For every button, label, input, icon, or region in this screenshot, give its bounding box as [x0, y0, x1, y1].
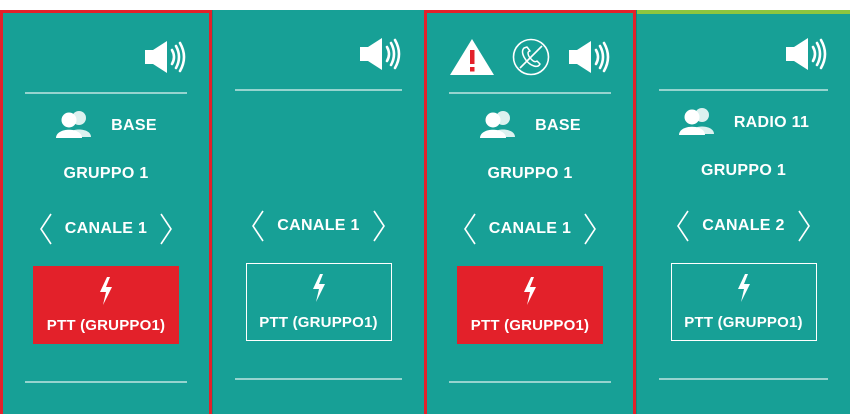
- chevron-left-icon[interactable]: [39, 212, 53, 246]
- channel-selector: CANALE 1: [3, 211, 209, 247]
- panel-status-icons: [358, 34, 404, 74]
- divider-top: [449, 92, 611, 94]
- user-name: BASE: [535, 117, 581, 134]
- channel-name: CANALE 1: [277, 217, 360, 234]
- radio-panel-2[interactable]: CANALE 1 PTT (GRUPPO1): [212, 10, 424, 414]
- radio-panels: BASE GRUPPO 1 CANALE 1 PTT (GRUPPO1) CAN…: [0, 10, 850, 414]
- divider-bottom: [659, 378, 828, 380]
- group-name: GRUPPO 1: [700, 162, 787, 179]
- chevron-right-icon[interactable]: [583, 212, 597, 246]
- panel-identity: BASE: [427, 111, 633, 141]
- speaker-icon[interactable]: [567, 39, 613, 75]
- channel-selector: CANALE 2: [637, 208, 850, 244]
- chevron-right-icon[interactable]: [372, 209, 386, 243]
- chevron-left-icon[interactable]: [676, 209, 690, 243]
- ptt-button[interactable]: PTT (GRUPPO1): [670, 263, 817, 341]
- phone-off-icon[interactable]: [511, 37, 551, 77]
- radio-panel-3[interactable]: BASE GRUPPO 1 CANALE 1 PTT (GRUPPO1): [424, 10, 636, 414]
- panel-identity: RADIO 11: [637, 108, 850, 138]
- panel-status-icons: [143, 37, 189, 77]
- ptt-label: PTT (GRUPPO1): [684, 313, 803, 331]
- channel-name: CANALE 1: [488, 220, 572, 237]
- divider-bottom: [449, 381, 611, 383]
- speaker-icon[interactable]: [358, 36, 404, 72]
- lightning-icon: [311, 273, 327, 306]
- status-bar: [637, 10, 850, 14]
- ptt-button[interactable]: PTT (GRUPPO1): [33, 266, 179, 344]
- speaker-icon[interactable]: [143, 39, 189, 75]
- panel-status-icons: [784, 34, 830, 74]
- lightning-icon: [98, 276, 114, 309]
- lightning-icon: [736, 273, 752, 306]
- channel-name: CANALE 1: [64, 220, 148, 237]
- panel-status-icons: [449, 37, 613, 77]
- radio-panel-4[interactable]: RADIO 11 GRUPPO 1 CANALE 2 PTT (GRUPPO1): [636, 10, 850, 414]
- chevron-right-icon[interactable]: [159, 212, 173, 246]
- chevron-right-icon[interactable]: [797, 209, 811, 243]
- user-name: BASE: [111, 117, 157, 134]
- ptt-button[interactable]: PTT (GRUPPO1): [245, 263, 392, 341]
- divider-top: [235, 89, 402, 91]
- lightning-icon: [522, 276, 538, 309]
- divider-bottom: [235, 378, 402, 380]
- users-icon: [55, 110, 93, 142]
- warning-icon[interactable]: [449, 37, 495, 77]
- user-name: RADIO 11: [733, 114, 810, 131]
- ptt-label: PTT (GRUPPO1): [46, 316, 166, 334]
- users-icon: [479, 110, 517, 142]
- speaker-icon[interactable]: [784, 36, 830, 72]
- ptt-label: PTT (GRUPPO1): [259, 313, 378, 331]
- ptt-label: PTT (GRUPPO1): [470, 316, 590, 334]
- channel-name: CANALE 2: [702, 217, 785, 234]
- ptt-button[interactable]: PTT (GRUPPO1): [457, 266, 603, 344]
- panel-identity: BASE: [3, 111, 209, 141]
- divider-bottom: [25, 381, 187, 383]
- divider-top: [659, 89, 828, 91]
- chevron-left-icon[interactable]: [251, 209, 265, 243]
- group-name: GRUPPO 1: [487, 165, 573, 182]
- users-icon: [678, 107, 716, 139]
- divider-top: [25, 92, 187, 94]
- radio-panel-1[interactable]: BASE GRUPPO 1 CANALE 1 PTT (GRUPPO1): [0, 10, 212, 414]
- chevron-left-icon[interactable]: [463, 212, 477, 246]
- group-name: GRUPPO 1: [63, 165, 149, 182]
- channel-selector: CANALE 1: [213, 208, 424, 244]
- channel-selector: CANALE 1: [427, 211, 633, 247]
